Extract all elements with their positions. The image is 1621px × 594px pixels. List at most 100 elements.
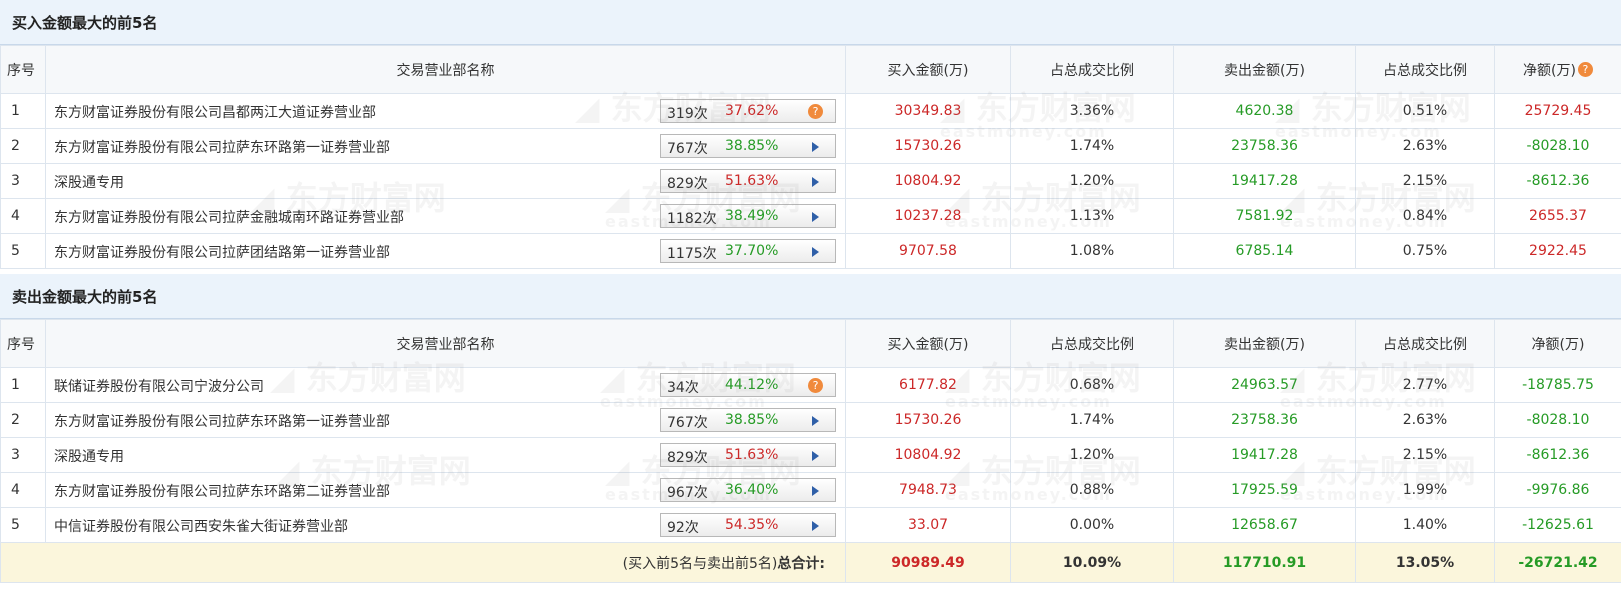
broker-stats-button[interactable]: 767次 38.85% — [660, 408, 836, 432]
success-rate: 51.63% — [725, 173, 779, 189]
help-icon[interactable]: ? — [1577, 61, 1593, 77]
broker-stats-button[interactable]: 1182次 38.49% — [660, 204, 836, 228]
buy-amount: 9707.58 — [845, 233, 1011, 269]
broker-name[interactable]: 深股通专用 — [54, 172, 124, 192]
col-header-net: 净额(万)? — [1494, 45, 1621, 94]
sell-amount: 23758.36 — [1173, 128, 1356, 164]
net-amount: -18785.75 — [1494, 367, 1621, 403]
broker-name[interactable]: 东方财富证券股份有限公司昌都两江大道证券营业部 — [54, 102, 376, 122]
col-header-net: 净额(万) — [1494, 319, 1621, 368]
broker-name[interactable]: 东方财富证券股份有限公司拉萨东环路第一证券营业部 — [54, 137, 390, 157]
total-buy-ratio: 10.09% — [1010, 542, 1174, 583]
buy-amount: 30349.83 — [845, 93, 1011, 129]
col-header-sell-ratio: 占总成交比例 — [1355, 319, 1495, 368]
net-amount: 2655.37 — [1494, 198, 1621, 234]
row-seq: 4 — [0, 198, 46, 234]
arrow-right-icon[interactable] — [812, 212, 819, 222]
sell-amount: 12658.67 — [1173, 507, 1356, 543]
broker-name[interactable]: 深股通专用 — [54, 446, 124, 466]
arrow-right-icon[interactable] — [812, 521, 819, 531]
total-label-bold: 总合计: — [777, 555, 825, 572]
broker-name[interactable]: 联储证券股份有限公司宁波分公司 — [54, 376, 264, 396]
arrow-right-icon[interactable] — [812, 142, 819, 152]
arrow-right-icon[interactable] — [812, 486, 819, 496]
help-icon[interactable]: ? — [808, 378, 823, 393]
broker-stats-button[interactable]: 829次 51.63% — [660, 169, 836, 193]
broker-stats-button[interactable]: 967次 36.40% — [660, 478, 836, 502]
sell-section-title: 卖出金额最大的前5名 — [12, 288, 158, 306]
broker-name[interactable]: 东方财富证券股份有限公司拉萨金融城南环路证券营业部 — [54, 207, 404, 227]
broker-cell-content: 东方财富证券股份有限公司拉萨东环路第一证券营业部 767次 38.85% — [47, 130, 845, 163]
table-row: 1 联储证券股份有限公司宁波分公司 34次 44.12%? 6177.82 0.68% 24… — [0, 367, 1621, 403]
success-rate: 51.63% — [725, 447, 779, 463]
trade-count: 34次 — [667, 380, 699, 396]
broker-name[interactable]: 东方财富证券股份有限公司拉萨东环路第二证券营业部 — [54, 481, 390, 501]
trade-count: 767次 — [667, 415, 708, 431]
broker-stats-button[interactable]: 319次 37.62%? — [660, 99, 836, 123]
success-rate: 54.35% — [725, 517, 779, 533]
broker-cell: 东方财富证券股份有限公司拉萨东环路第一证券营业部 767次 38.85% — [45, 402, 846, 438]
success-rate: 38.49% — [725, 208, 779, 224]
buy-amount: 7948.73 — [845, 472, 1011, 508]
success-rate: 36.40% — [725, 482, 779, 498]
broker-stats-button[interactable]: 34次 44.12%? — [660, 373, 836, 397]
broker-cell-content: 联储证券股份有限公司宁波分公司 34次 44.12%? — [47, 369, 845, 402]
broker-cell: 东方财富证券股份有限公司拉萨团结路第一证券营业部 1175次 37.70% — [45, 233, 846, 269]
broker-stats-button[interactable]: 829次 51.63% — [660, 443, 836, 467]
buy-section-title: 买入金额最大的前5名 — [12, 14, 158, 32]
net-amount: -12625.61 — [1494, 507, 1621, 543]
broker-name[interactable]: 东方财富证券股份有限公司拉萨东环路第一证券营业部 — [54, 411, 390, 431]
lhb-page: { "colors": { "header_bg": "#ebf3fb", "u… — [0, 0, 1621, 594]
buy-amount: 6177.82 — [845, 367, 1011, 403]
table-row: 2 东方财富证券股份有限公司拉萨东环路第一证券营业部 767次 38.85% 15730… — [0, 128, 1621, 164]
col-header-buy-ratio: 占总成交比例 — [1010, 45, 1174, 94]
table-row: 4 东方财富证券股份有限公司拉萨东环路第二证券营业部 967次 36.40% 7948.… — [0, 472, 1621, 508]
broker-stats-button[interactable]: 1175次 37.70% — [660, 239, 836, 263]
row-seq: 1 — [0, 93, 46, 129]
broker-stats-button[interactable]: 92次 54.35% — [660, 513, 836, 537]
table-row: 2 东方财富证券股份有限公司拉萨东环路第一证券营业部 767次 38.85% 15730… — [0, 402, 1621, 438]
table-header-row: 序号 交易营业部名称 买入金额(万) 占总成交比例 卖出金额(万) 占总成交比例… — [0, 319, 1621, 368]
col-header-sell-ratio: 占总成交比例 — [1355, 45, 1495, 94]
row-seq: 5 — [0, 233, 46, 269]
arrow-right-icon[interactable] — [812, 416, 819, 426]
buy-amount: 10804.92 — [845, 163, 1011, 199]
buy-amount: 10237.28 — [845, 198, 1011, 234]
total-label: (买入前5名与卖出前5名)总合计: — [0, 542, 846, 583]
sell-amount: 6785.14 — [1173, 233, 1356, 269]
total-row: (买入前5名与卖出前5名)总合计: 90989.49 10.09% 117710… — [0, 542, 1621, 583]
total-label-prefix: (买入前5名与卖出前5名) — [622, 555, 778, 572]
net-amount: -8612.36 — [1494, 437, 1621, 473]
broker-stats-button[interactable]: 767次 38.85% — [660, 134, 836, 158]
buy-ratio: 0.00% — [1010, 507, 1174, 543]
help-icon[interactable]: ? — [808, 104, 823, 119]
arrow-right-icon[interactable] — [812, 451, 819, 461]
broker-name[interactable]: 中信证券股份有限公司西安朱雀大街证券营业部 — [54, 516, 348, 536]
buy-amount: 15730.26 — [845, 402, 1011, 438]
col-header-sell: 卖出金额(万) — [1173, 319, 1356, 368]
sell-ratio: 1.40% — [1355, 507, 1495, 543]
trade-count: 829次 — [667, 176, 708, 192]
buy-ratio: 1.13% — [1010, 198, 1174, 234]
sell-ratio: 0.75% — [1355, 233, 1495, 269]
net-amount: 25729.45 — [1494, 93, 1621, 129]
trade-count: 319次 — [667, 106, 708, 122]
sell-amount: 7581.92 — [1173, 198, 1356, 234]
row-seq: 2 — [0, 402, 46, 438]
total-sell-ratio: 13.05% — [1355, 542, 1495, 583]
arrow-right-icon[interactable] — [812, 247, 819, 257]
buy-section-header: 买入金额最大的前5名 — [0, 0, 1621, 45]
broker-cell-content: 深股通专用 829次 51.63% — [47, 439, 845, 472]
arrow-right-icon[interactable] — [812, 177, 819, 187]
col-header-name: 交易营业部名称 — [45, 45, 846, 94]
net-amount: -8028.10 — [1494, 128, 1621, 164]
col-header-buy: 买入金额(万) — [845, 45, 1011, 94]
buy-ratio: 1.74% — [1010, 402, 1174, 438]
sell-ratio: 1.99% — [1355, 472, 1495, 508]
broker-name[interactable]: 东方财富证券股份有限公司拉萨团结路第一证券营业部 — [54, 242, 390, 262]
success-rate: 38.85% — [725, 412, 779, 428]
net-header-label: 净额(万) — [1523, 62, 1576, 79]
sell-ratio: 2.15% — [1355, 163, 1495, 199]
col-header-seq: 序号 — [0, 45, 46, 94]
sell-amount: 23758.36 — [1173, 402, 1356, 438]
